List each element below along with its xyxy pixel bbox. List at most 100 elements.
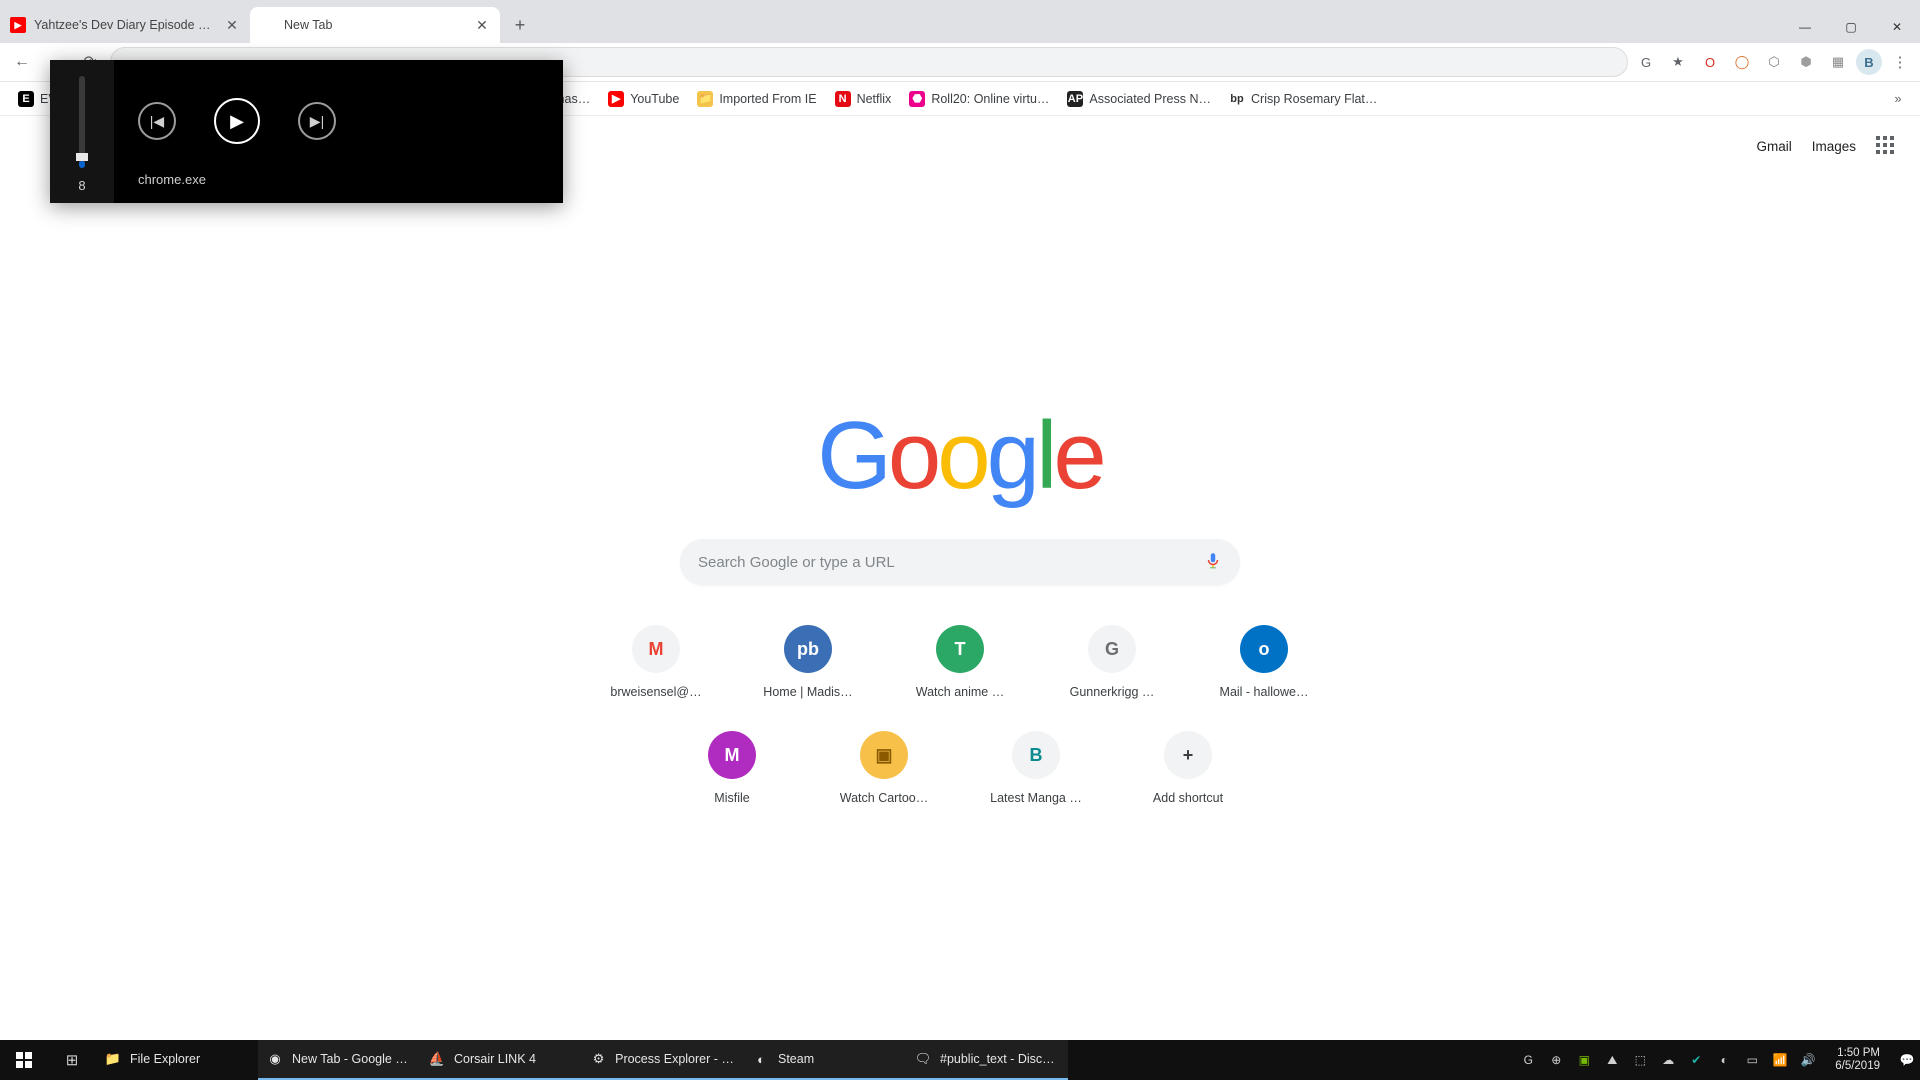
bookmark-label: Imported From IE	[719, 92, 816, 106]
volume-slider[interactable]: 8	[50, 60, 114, 203]
extension-icon[interactable]: ⬢	[1794, 50, 1818, 74]
shortcut-tile[interactable]: oMail - hallowe…	[1208, 625, 1320, 699]
profile-avatar[interactable]: B	[1856, 49, 1882, 75]
shortcut-icon: pb	[784, 625, 832, 673]
taskbar-app[interactable]: ⚙Process Explorer - S…	[582, 1040, 744, 1080]
gmail-link[interactable]: Gmail	[1756, 139, 1791, 154]
tray-icon[interactable]: ⊕	[1547, 1051, 1565, 1069]
shortcut-tile[interactable]: BLatest Manga …	[980, 731, 1092, 805]
extension-icon[interactable]: ★	[1666, 50, 1690, 74]
bookmarks-overflow-button[interactable]: »	[1886, 87, 1910, 111]
tab-strip: ▶ Yahtzee's Dev Diary Episode 3: B… ✕ Ne…	[0, 0, 1920, 43]
next-track-button[interactable]: ▶|	[298, 102, 336, 140]
bookmark-item[interactable]: ⬣Roll20: Online virtu…	[901, 87, 1057, 111]
start-button[interactable]	[0, 1040, 48, 1080]
app-icon: 📁	[104, 1050, 122, 1068]
ntp-top-right: Gmail Images	[1756, 136, 1896, 156]
tab-yahtzee[interactable]: ▶ Yahtzee's Dev Diary Episode 3: B… ✕	[0, 7, 250, 43]
app-icon: ◉	[266, 1050, 284, 1068]
shortcut-label: Mail - hallowe…	[1220, 685, 1309, 699]
taskbar: ⊞ 📁 File Explorer ◉ New Tab - Google … ⛵Cors…	[0, 1040, 1920, 1080]
tray-icon[interactable]: ⬚	[1631, 1051, 1649, 1069]
bookmark-icon: 📁	[697, 91, 713, 107]
shortcut-icon: M	[632, 625, 680, 673]
volume-icon[interactable]: 🔊	[1799, 1051, 1817, 1069]
volume-track[interactable]	[79, 76, 85, 168]
system-tray: G ⊕ ▣ ⛰ ⬚ ☁ ✔ ◐ ▭ 📶 🔊 1:50 PM 6/5/2019 💬	[1519, 1047, 1920, 1073]
maximize-button[interactable]: ▢	[1828, 11, 1874, 43]
chrome-menu-button[interactable]: ⋮	[1888, 50, 1912, 74]
task-view-button[interactable]: ⊞	[48, 1040, 96, 1080]
bookmark-item[interactable]: 📁 Imported From IE	[689, 87, 824, 111]
taskbar-app[interactable]: ◉ New Tab - Google …	[258, 1040, 420, 1080]
bookmark-label: Netflix	[857, 92, 892, 106]
ntp-content: Gmail Images Google Search Google or typ…	[0, 116, 1920, 1056]
tray-icon[interactable]: ◐	[1715, 1051, 1733, 1069]
bookmark-item[interactable]: APAssociated Press N…	[1059, 87, 1219, 111]
bookmark-label: Roll20: Online virtu…	[931, 92, 1049, 106]
tray-icon[interactable]: ⛰	[1603, 1051, 1621, 1069]
shortcut-tile[interactable]: MMisfile	[676, 731, 788, 805]
shortcut-icon: T	[936, 625, 984, 673]
media-controls: |◀ ▶ ▶|	[138, 70, 545, 172]
bookmark-item[interactable]: N Netflix	[827, 87, 900, 111]
taskbar-app[interactable]: ⛵Corsair LINK 4	[420, 1040, 582, 1080]
images-link[interactable]: Images	[1812, 139, 1856, 154]
tray-icon[interactable]: ☁	[1659, 1051, 1677, 1069]
shortcut-tile[interactable]: ▣Watch Cartoo…	[828, 731, 940, 805]
clock[interactable]: 1:50 PM 6/5/2019	[1827, 1047, 1888, 1073]
bookmark-icon: bp	[1229, 91, 1245, 107]
shortcut-tile[interactable]: +Add shortcut	[1132, 731, 1244, 805]
shortcut-label: Misfile	[714, 791, 749, 805]
shortcut-tile[interactable]: TWatch anime …	[904, 625, 1016, 699]
volume-thumb[interactable]	[76, 153, 88, 161]
app-icon: 🗨	[914, 1050, 932, 1068]
taskbar-app[interactable]: 📁 File Explorer	[96, 1040, 258, 1080]
extension-icon[interactable]: ▦	[1826, 50, 1850, 74]
bookmark-label: YouTube	[630, 92, 679, 106]
extension-icon[interactable]: ⬡	[1762, 50, 1786, 74]
minimize-button[interactable]: —	[1782, 11, 1828, 43]
close-icon[interactable]: ✕	[474, 17, 490, 33]
volume-value: 8	[78, 178, 85, 193]
close-window-button[interactable]: ✕	[1874, 11, 1920, 43]
voice-search-icon[interactable]	[1204, 551, 1222, 574]
app-label: #public_text - Disc…	[940, 1052, 1055, 1066]
app-label: Process Explorer - S…	[615, 1052, 736, 1066]
prev-track-button[interactable]: |◀	[138, 102, 176, 140]
shortcut-tile[interactable]: pb Home | Madis…	[752, 625, 864, 699]
shortcut-label: Add shortcut	[1153, 791, 1223, 805]
extension-icon[interactable]: G	[1634, 50, 1658, 74]
google-logo: Google	[817, 401, 1103, 511]
shortcut-label: Gunnerkrigg …	[1070, 685, 1155, 699]
shortcut-tile[interactable]: Mbrweisensel@…	[600, 625, 712, 699]
google-apps-icon[interactable]	[1876, 136, 1896, 156]
app-icon: ◐	[752, 1050, 770, 1068]
bookmark-item[interactable]: ▶YouTube	[600, 87, 687, 111]
new-tab-button[interactable]: +	[506, 11, 534, 39]
extension-icon[interactable]: O	[1698, 50, 1722, 74]
bookmark-label: Associated Press N…	[1089, 92, 1211, 106]
play-button[interactable]: ▶	[214, 98, 260, 144]
app-label: File Explorer	[130, 1052, 200, 1066]
bookmark-item[interactable]: bpCrisp Rosemary Flat…	[1221, 87, 1385, 111]
notifications-icon[interactable]: 💬	[1898, 1051, 1916, 1069]
tray-icon[interactable]: ✔	[1687, 1051, 1705, 1069]
tab-newtab[interactable]: New Tab ✕	[250, 7, 500, 43]
bookmark-icon: N	[835, 91, 851, 107]
tray-icon[interactable]: G	[1519, 1051, 1537, 1069]
tray-icon[interactable]: ▣	[1575, 1051, 1593, 1069]
close-icon[interactable]: ✕	[224, 17, 240, 33]
shortcut-label: Home | Madis…	[763, 685, 852, 699]
search-box[interactable]: Search Google or type a URL	[680, 539, 1240, 585]
network-icon[interactable]: 📶	[1771, 1051, 1789, 1069]
shortcut-label: brweisensel@…	[610, 685, 701, 699]
taskbar-app[interactable]: 🗨 #public_text - Disc…	[906, 1040, 1068, 1080]
taskbar-app[interactable]: ◐Steam	[744, 1040, 906, 1080]
shortcut-tile[interactable]: GGunnerkrigg …	[1056, 625, 1168, 699]
tray-icon[interactable]: ▭	[1743, 1051, 1761, 1069]
app-label: New Tab - Google …	[292, 1052, 408, 1066]
media-panel: |◀ ▶ ▶| chrome.exe	[114, 60, 563, 203]
extension-icon[interactable]: ◯	[1730, 50, 1754, 74]
back-button[interactable]: ←	[8, 48, 36, 76]
